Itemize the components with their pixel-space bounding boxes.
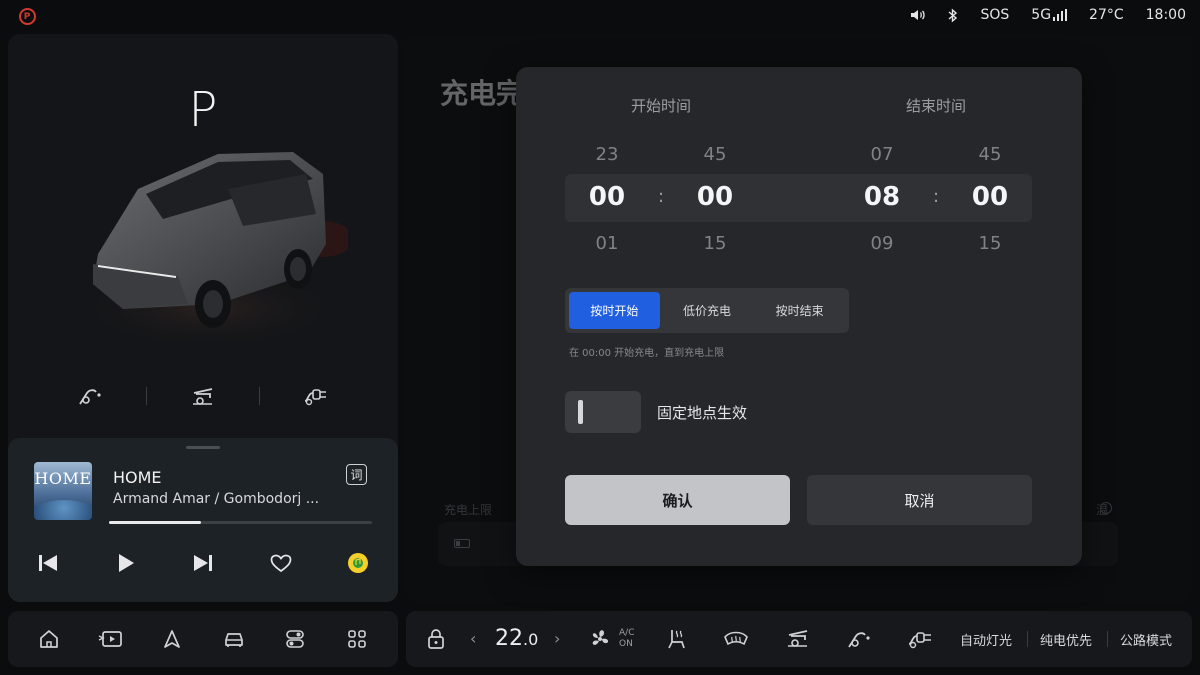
start-hour-next[interactable]: 01	[577, 233, 637, 254]
divider	[1027, 631, 1028, 647]
music-app-button[interactable]	[338, 546, 378, 580]
fan-icon[interactable]	[587, 627, 613, 655]
charging-schedule-dialog: 开始时间 结束时间 23 00 01 : 45 00 15 07 08 09 :…	[516, 67, 1082, 566]
status-indicators: SOS 5G 27°C 18:00	[910, 7, 1186, 23]
auto-light-button[interactable]: 自动灯光	[960, 630, 1012, 649]
network-indicator: 5G	[1031, 7, 1068, 23]
signal-bars-icon	[1053, 9, 1068, 21]
previous-icon	[39, 555, 57, 571]
network-label: 5G	[1031, 7, 1052, 23]
media-controls	[28, 546, 378, 580]
status-bar: P SOS 5G 27°C 18:00	[0, 0, 1200, 32]
heart-icon	[270, 554, 291, 572]
climate-bar: ‹ 22.0 › A/C ON 自动灯光 纯电优先 公路模式	[406, 611, 1192, 667]
album-art[interactable]: HOME	[34, 462, 92, 520]
mode-low-price[interactable]: 低价充电	[662, 292, 753, 329]
charge-port-icon[interactable]	[846, 627, 872, 655]
bluetooth-icon[interactable]	[948, 7, 958, 23]
media-icon[interactable]	[90, 619, 130, 659]
end-colon: :	[932, 186, 940, 207]
cancel-button[interactable]: 取消	[807, 475, 1032, 525]
play-icon	[118, 554, 134, 572]
start-hour-selected[interactable]: 00	[577, 182, 637, 212]
ac-on-label: ON	[619, 639, 633, 649]
car-quick-controls	[8, 379, 398, 413]
music-app-icon	[348, 553, 368, 573]
charging-mode-selector: 按时开始 低价充电 按时结束	[565, 288, 849, 333]
album-art-text: HOME	[34, 469, 92, 488]
sos-label[interactable]: SOS	[980, 7, 1009, 23]
track-artist: Armand Amar / Gombodorj ...	[113, 491, 320, 507]
seat-heat-icon[interactable]	[664, 627, 690, 655]
charge-port-icon[interactable]	[73, 379, 107, 413]
temperature-decimal: .0	[523, 630, 539, 649]
end-minute-prev[interactable]: 45	[960, 144, 1020, 165]
playback-progress[interactable]	[109, 521, 372, 524]
end-minute-next[interactable]: 15	[960, 233, 1020, 254]
start-time-label: 开始时间	[631, 97, 692, 115]
ac-status[interactable]: A/C ON	[619, 628, 634, 650]
divider	[259, 387, 261, 405]
start-minute-next[interactable]: 15	[685, 233, 745, 254]
car-image[interactable]	[68, 134, 353, 354]
car-icon[interactable]	[214, 619, 254, 659]
mode-hint: 在 00:00 开始充电，直到充电上限	[569, 348, 725, 359]
trunk-icon[interactable]	[785, 627, 811, 655]
start-colon: :	[657, 186, 665, 207]
volume-icon[interactable]	[910, 8, 926, 22]
lyrics-button[interactable]: 词	[346, 464, 367, 485]
fixed-location-toggle[interactable]	[565, 391, 641, 433]
app-dock	[8, 611, 398, 667]
track-title: HOME	[113, 468, 162, 487]
temperature-whole: 22	[495, 626, 523, 651]
ev-priority-button[interactable]: 纯电优先	[1040, 630, 1092, 649]
parking-brake-icon: P	[16, 8, 38, 25]
toggle-settings-icon[interactable]	[275, 619, 315, 659]
lock-icon[interactable]	[426, 628, 446, 654]
charger-icon[interactable]	[906, 627, 936, 655]
media-player-card[interactable]: HOME HOME Armand Amar / Gombodorj ... 词	[8, 438, 398, 602]
toggle-knob	[578, 400, 583, 424]
trunk-icon[interactable]	[186, 379, 220, 413]
mode-scheduled-start[interactable]: 按时开始	[569, 292, 660, 329]
end-hour-next[interactable]: 09	[852, 233, 912, 254]
previous-button[interactable]	[28, 546, 68, 580]
progress-fill	[109, 521, 202, 524]
road-mode-button[interactable]: 公路模式	[1120, 630, 1172, 649]
earth-image	[34, 500, 92, 520]
cabin-temperature[interactable]: 22.0	[495, 626, 538, 651]
drag-handle[interactable]	[186, 446, 220, 449]
temp-decrease-button[interactable]: ‹	[470, 629, 476, 648]
end-hour-selected[interactable]: 08	[852, 182, 912, 212]
mode-scheduled-end[interactable]: 按时结束	[754, 292, 845, 329]
end-time-label: 结束时间	[906, 97, 967, 115]
ac-label: A/C	[619, 628, 635, 638]
fixed-location-label: 固定地点生效	[657, 404, 748, 422]
divider	[1107, 631, 1108, 647]
home-icon[interactable]	[29, 619, 69, 659]
temperature-status: 27°C	[1089, 7, 1124, 23]
gear-indicator: P	[188, 82, 218, 138]
play-button[interactable]	[106, 546, 146, 580]
defrost-icon[interactable]	[722, 627, 750, 655]
end-hour-prev[interactable]: 07	[852, 144, 912, 165]
end-minute-selected[interactable]: 00	[960, 182, 1020, 212]
apps-grid-icon[interactable]	[337, 619, 377, 659]
charger-icon[interactable]	[299, 379, 333, 413]
next-icon	[194, 555, 212, 571]
confirm-button[interactable]: 确认	[565, 475, 790, 525]
clock: 18:00	[1145, 7, 1186, 23]
start-minute-selected[interactable]: 00	[685, 182, 745, 212]
temp-increase-button[interactable]: ›	[554, 629, 560, 648]
navigation-icon[interactable]	[152, 619, 192, 659]
start-minute-prev[interactable]: 45	[685, 144, 745, 165]
next-button[interactable]	[183, 546, 223, 580]
divider	[145, 387, 147, 405]
favorite-button[interactable]	[261, 546, 301, 580]
start-hour-prev[interactable]: 23	[577, 144, 637, 165]
